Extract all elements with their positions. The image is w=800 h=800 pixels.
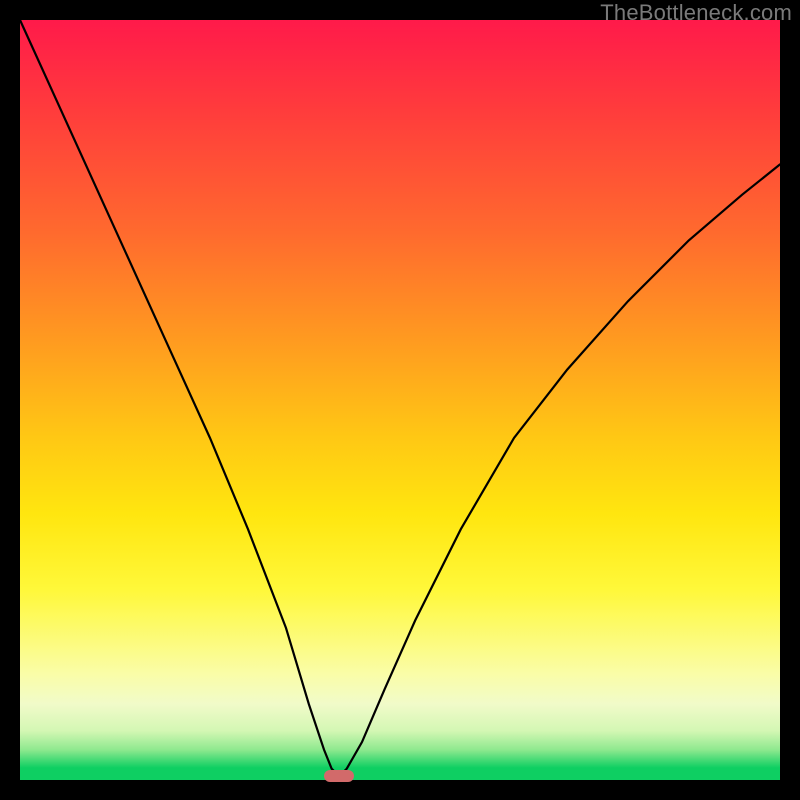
curve-svg xyxy=(20,20,780,780)
bottleneck-curve xyxy=(20,20,780,776)
plot-area xyxy=(20,20,780,780)
optimal-point-marker xyxy=(324,770,354,782)
